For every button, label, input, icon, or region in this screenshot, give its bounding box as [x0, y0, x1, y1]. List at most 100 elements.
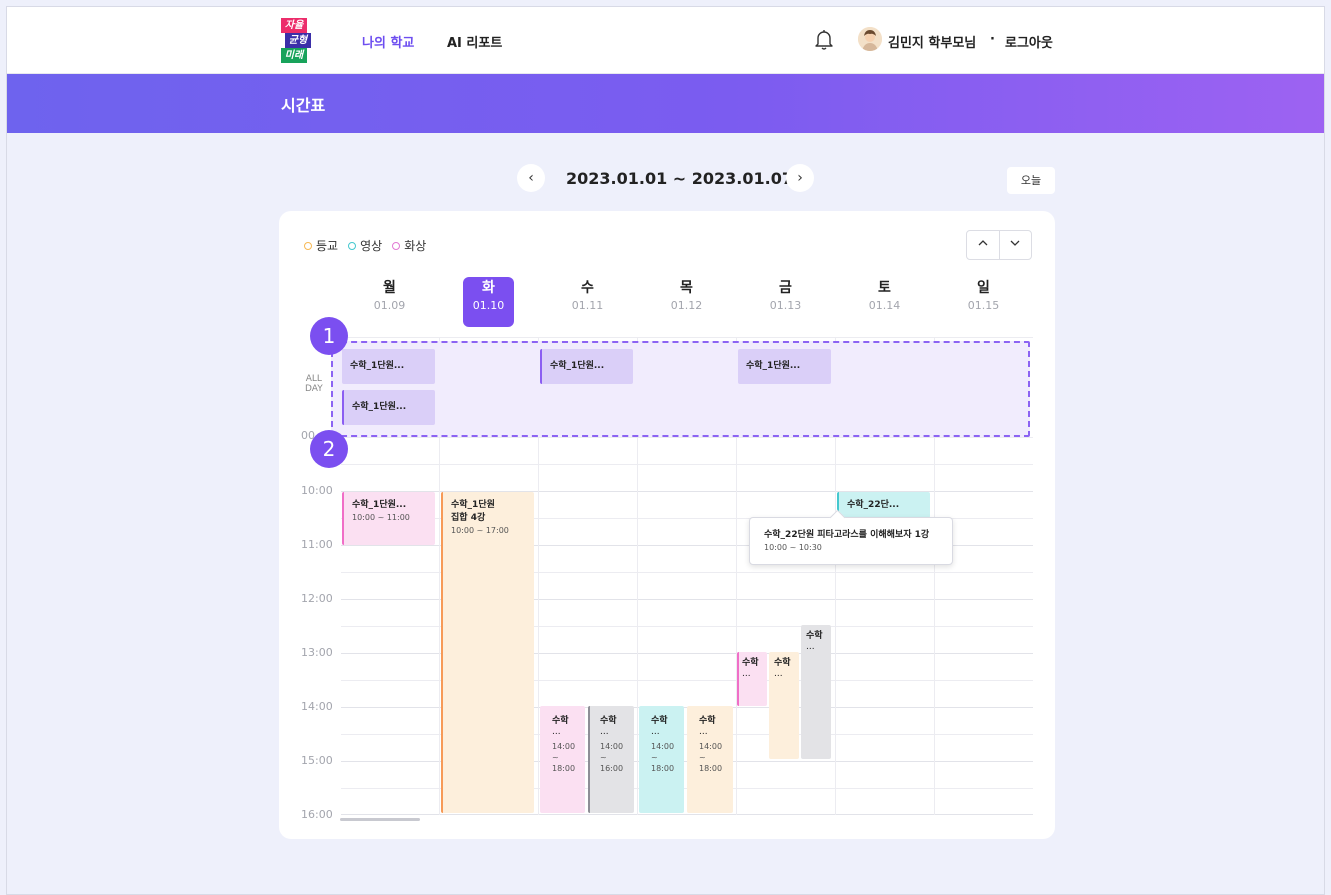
- event-title: 수학_1단원...: [746, 361, 801, 371]
- event-time-tilde: ~: [699, 753, 706, 762]
- event-time-start: 14:00: [552, 742, 576, 751]
- horizontal-scrollbar[interactable]: [340, 818, 420, 821]
- event-time-end: 18:00: [552, 764, 576, 773]
- event-title: 수학_1단원: [451, 500, 495, 510]
- day-date: 01.09: [373, 299, 406, 312]
- event-sat[interactable]: 수학_22단...: [837, 492, 930, 518]
- event-mon[interactable]: 수학_1단원... 10:00 ~ 11:00: [342, 492, 435, 545]
- allday-label: ALL DAY: [305, 374, 323, 394]
- user-avatar[interactable]: [858, 27, 882, 51]
- time-label: 14:00: [301, 700, 333, 713]
- user-name: 김민지 학부모님: [888, 36, 977, 51]
- logout-link[interactable]: 로그아웃: [1005, 32, 1053, 51]
- day-header-fri[interactable]: 금 01.13: [736, 277, 835, 312]
- circle-icon: [348, 241, 357, 250]
- annotation-marker-1: 1: [310, 317, 348, 355]
- app-logo[interactable]: 자율 균형 미래: [281, 18, 311, 64]
- scroll-down-button[interactable]: [1000, 231, 1032, 259]
- allday-highlight-zone: [331, 341, 1030, 437]
- event-title: 수학_1단원...: [352, 402, 407, 412]
- day-date: 01.13: [769, 299, 802, 312]
- page-title: 시간표: [281, 96, 326, 115]
- allday-event[interactable]: 수학_1단원...: [540, 349, 633, 384]
- event-subtitle: 집합 4강: [451, 513, 486, 523]
- chevron-right-icon: ›: [797, 170, 803, 186]
- bell-icon[interactable]: [812, 27, 836, 51]
- legend-item-live: 화상: [392, 237, 426, 254]
- legend-label: 영상: [360, 239, 383, 253]
- timetable-card: 등교 영상 화상 월 01.09 화 01.10 수 01.11 목 01.12…: [279, 211, 1055, 839]
- grid-line: [341, 464, 1033, 465]
- event-time-end: 16:00: [600, 764, 624, 773]
- allday-label-line: DAY: [305, 384, 323, 394]
- today-button[interactable]: 오늘: [1007, 167, 1055, 194]
- day-date: 01.12: [670, 299, 703, 312]
- legend-label: 화상: [404, 239, 427, 253]
- event-time-tilde: ~: [651, 753, 658, 762]
- chevron-left-icon: ‹: [528, 170, 534, 186]
- day-date: 01.15: [967, 299, 1000, 312]
- chevron-down-icon: [1010, 240, 1020, 246]
- day-header-sun[interactable]: 일 01.15: [934, 277, 1033, 312]
- grid-line: [341, 337, 1033, 338]
- legend: 등교 영상 화상: [304, 237, 426, 254]
- scroll-up-button[interactable]: [967, 231, 1000, 259]
- nav-ai-report[interactable]: AI 리포트: [447, 32, 502, 51]
- allday-event[interactable]: 수학_1단원...: [738, 349, 831, 384]
- event-thu-a[interactable]: 수학 ... 14:00 ~ 18:00: [639, 706, 684, 813]
- event-wed-a[interactable]: 수학 ... 14:00 ~ 18:00: [540, 706, 585, 813]
- event-title: 수학_1단원...: [350, 361, 405, 371]
- event-ellipsis: ...: [651, 727, 660, 737]
- day-header-mon[interactable]: 월 01.09: [340, 277, 439, 312]
- prev-week-button[interactable]: ‹: [517, 164, 545, 192]
- day-date: 01.11: [571, 299, 604, 312]
- logo-line-2: 균형: [285, 33, 311, 48]
- day-header-wed[interactable]: 수 01.11: [538, 277, 637, 312]
- date-range: 2023.01.01 ~ 2023.01.07: [566, 169, 793, 188]
- event-tue[interactable]: 수학_1단원 집합 4강 10:00 ~ 17:00: [441, 492, 534, 813]
- logo-line-1: 자율: [281, 18, 307, 33]
- day-name: 화: [482, 280, 495, 296]
- event-fri-c[interactable]: 수학 ...: [801, 625, 831, 759]
- day-header-sat[interactable]: 토 01.14: [835, 277, 934, 312]
- event-time: 10:00 ~ 11:00: [352, 513, 410, 522]
- day-name: 목: [680, 280, 693, 296]
- day-header-tue[interactable]: 화 01.10: [439, 277, 538, 327]
- page-banner: 시간표: [7, 74, 1324, 133]
- next-week-button[interactable]: ›: [786, 164, 814, 192]
- legend-item-commute: 등교: [304, 237, 338, 254]
- event-tooltip: 수학_22단원 피타고라스를 이해해보자 1강 10:00 ~ 10:30: [749, 517, 953, 565]
- tooltip-title: 수학_22단원 피타고라스를 이해해보자 1강: [764, 530, 930, 540]
- allday-event[interactable]: 수학_1단원...: [342, 349, 435, 384]
- event-time-end: 18:00: [651, 764, 675, 773]
- legend-item-video: 영상: [348, 237, 382, 254]
- circle-icon: [304, 241, 312, 250]
- event-title: 수학: [699, 716, 716, 726]
- event-title: 수학_1단원...: [550, 361, 605, 371]
- allday-event[interactable]: 수학_1단원...: [342, 390, 435, 425]
- circle-icon: [392, 241, 401, 250]
- event-title: 수학_1단원...: [352, 500, 407, 510]
- time-label: 10:00: [301, 484, 333, 497]
- event-time-start: 14:00: [699, 742, 723, 751]
- time-label: 11:00: [301, 538, 333, 551]
- grid-line: [341, 437, 1033, 438]
- nav-my-school[interactable]: 나의 학교: [362, 32, 414, 51]
- scroll-controls: [966, 230, 1032, 260]
- top-header: 자율 균형 미래 나의 학교 AI 리포트 김민지 학부모님 · 로그아웃: [7, 7, 1324, 74]
- time-label: 13:00: [301, 646, 333, 659]
- day-header-thu[interactable]: 목 01.12: [637, 277, 736, 312]
- logo-line-3: 미래: [281, 48, 307, 63]
- day-date: 01.10: [472, 299, 505, 312]
- event-fri-b[interactable]: 수학 ...: [769, 652, 799, 759]
- event-ellipsis: ...: [774, 669, 783, 679]
- day-name: 일: [977, 280, 990, 296]
- event-time: 10:00 ~ 17:00: [451, 526, 509, 535]
- event-title: 수학: [742, 658, 759, 668]
- event-thu-b[interactable]: 수학 ... 14:00 ~ 18:00: [687, 706, 733, 813]
- event-fri-a[interactable]: 수학 ...: [737, 652, 767, 706]
- event-ellipsis: ...: [552, 727, 561, 737]
- day-date: 01.14: [868, 299, 901, 312]
- time-label: 15:00: [301, 754, 333, 767]
- event-wed-b[interactable]: 수학 ... 14:00 ~ 16:00: [588, 706, 634, 813]
